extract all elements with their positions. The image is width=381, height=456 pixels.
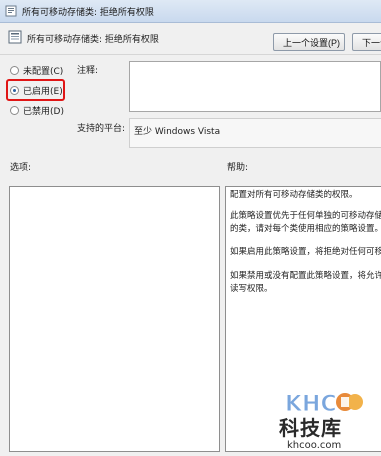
help-paragraph: 如果启用此策略设置，将拒绝对任何可移 [230,247,381,257]
window-title: 所有可移动存储类: 拒绝所有权限 [22,8,154,18]
comment-label: 注释: [77,66,99,76]
radio-circle[interactable] [10,105,19,115]
options-panel[interactable] [9,186,220,452]
title-bar: 所有可移动存储类: 拒绝所有权限 [0,0,381,23]
watermark-text: 科技库 [279,416,342,440]
help-paragraph: 配置对所有可移动存储类的权限。 [230,190,358,200]
policy-setting-icon [8,30,22,44]
radio-label: 未配置(C) [23,66,64,77]
radio-circle[interactable] [10,65,19,75]
policy-app-icon [5,5,17,17]
platform-value: 至少 Windows Vista [134,127,221,137]
header-divider [0,54,381,55]
highlight-annotation-box [6,79,65,101]
radio-label: 已禁用(D) [23,106,64,117]
comment-textbox[interactable] [129,61,381,112]
next-setting-button[interactable]: 下一个 [352,33,381,51]
watermark-url: khcoo.com [287,440,342,451]
platform-field: 至少 Windows Vista [129,118,381,148]
setting-title: 所有可移动存储类: 拒绝所有权限 [27,35,159,45]
help-paragraph: 如果禁用或没有配置此策略设置，将允许 读写权限。 [230,271,381,294]
help-label: 帮助: [227,163,249,173]
radio-disabled[interactable]: 已禁用(D) [10,103,64,117]
help-paragraph: 此策略设置优先于任何单独的可移动存储 的类，请对每个类使用相应的策略设置。 [230,211,381,234]
options-label: 选项: [10,163,32,173]
previous-setting-button[interactable]: 上一个设置(P) [273,33,345,51]
platform-label: 支持的平台: [77,124,126,134]
radio-not-configured[interactable]: 未配置(C) [10,63,63,77]
